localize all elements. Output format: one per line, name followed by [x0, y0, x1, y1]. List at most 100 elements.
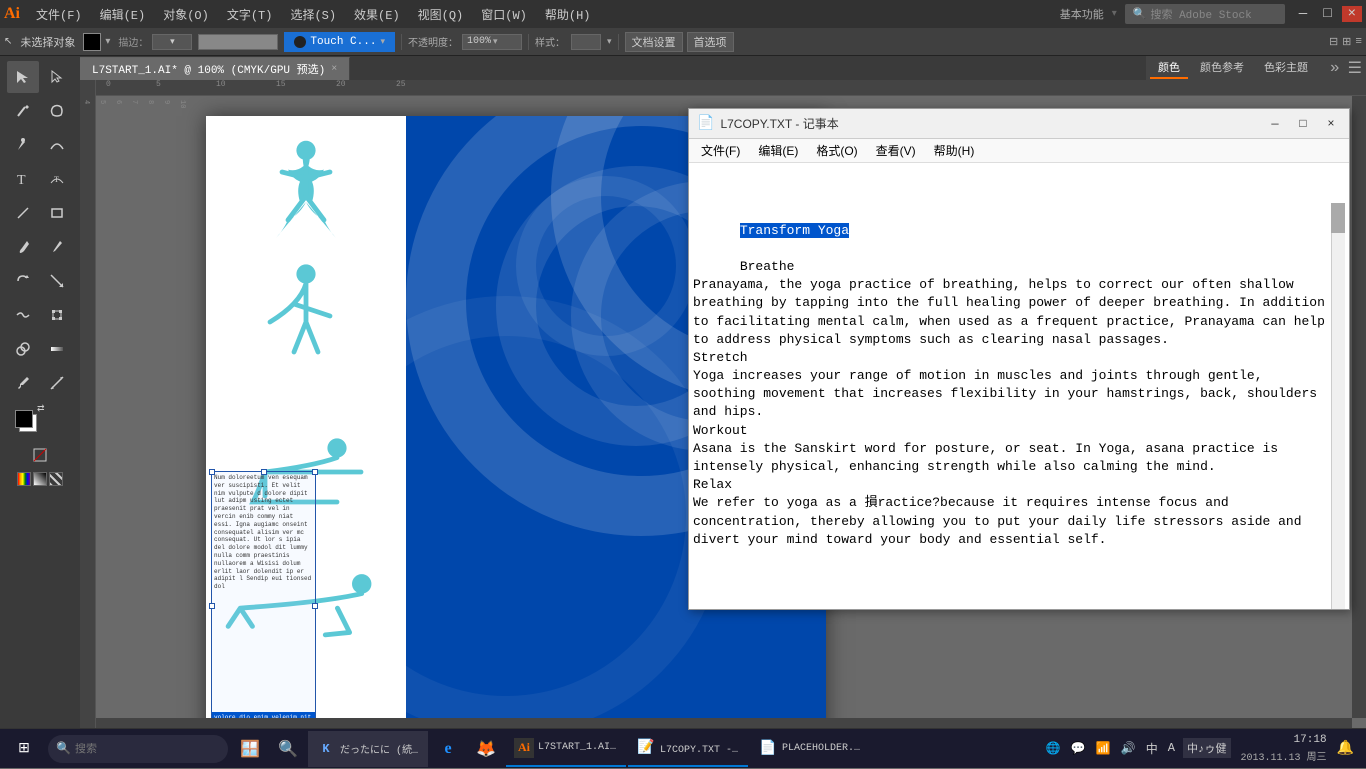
workspace-dropdown-icon[interactable]: ▾ — [1112, 8, 1117, 20]
maximize-app-button[interactable]: □ — [1317, 6, 1337, 22]
stroke-dropdown-icon: ▾ — [170, 37, 175, 47]
ime-tray-icon[interactable]: 中 — [1144, 738, 1160, 759]
type-tool-button[interactable]: T — [7, 163, 39, 195]
curvature-tool-button[interactable] — [41, 129, 73, 161]
ime-en-tray-icon[interactable]: A — [1166, 739, 1177, 757]
opacity-input[interactable]: 100% ▾ — [462, 34, 522, 50]
taskbar-item-explorer[interactable]: 🪟 — [232, 731, 268, 767]
notepad-minimize-button[interactable]: — — [1265, 114, 1285, 134]
volume-tray-icon[interactable]: 🔊 — [1119, 739, 1138, 758]
menu-edit[interactable]: 编辑(E) — [92, 4, 154, 25]
taskbar-search-input[interactable] — [75, 743, 175, 755]
menu-object[interactable]: 对象(O) — [155, 4, 217, 25]
notepad-window: 📄 L7COPY.TXT - 记事本 — □ × 文件(F) 编辑(E) 格式(… — [688, 108, 1350, 610]
language-indicator[interactable]: 中♪ゥ健 — [1183, 738, 1231, 758]
taskbar-search-area[interactable]: 🔍 — [48, 735, 228, 763]
explorer-icon: 🪟 — [240, 739, 260, 759]
measure-tool-button[interactable] — [41, 367, 73, 399]
none-fill-icon[interactable] — [49, 472, 63, 486]
fill-color-swatch[interactable] — [83, 33, 101, 51]
lasso-tool-button[interactable] — [41, 95, 73, 127]
notepad-title-label: L7COPY.TXT - 记事本 — [720, 115, 1259, 132]
line-tool-button[interactable] — [7, 197, 39, 229]
toolbox-row-6 — [6, 230, 74, 264]
gradient-tool-button[interactable] — [41, 333, 73, 365]
handle-mr — [312, 603, 318, 609]
notepad-menu-view[interactable]: 查看(V) — [868, 140, 924, 161]
align-icon[interactable]: ⊟ — [1329, 35, 1338, 49]
distribute-icon[interactable]: ⊞ — [1342, 35, 1351, 49]
signal-tray-icon[interactable]: 📶 — [1094, 739, 1113, 758]
menu-file[interactable]: 文件(F) — [28, 4, 90, 25]
notepad-menu-format[interactable]: 格式(O) — [808, 140, 865, 161]
menu-window[interactable]: 窗口(W) — [473, 4, 535, 25]
network-tray-icon[interactable]: 🌐 — [1044, 739, 1063, 758]
free-transform-tool-button[interactable] — [41, 299, 73, 331]
rect-tool-button[interactable] — [41, 197, 73, 229]
preferences-button[interactable]: 首选项 — [687, 32, 734, 52]
text-box-selected[interactable]: Num doloreetum ven esequam ver suscipist… — [211, 471, 316, 732]
taskbar-item-notepad[interactable]: 📝 L7COPY.TXT - 記... — [628, 731, 748, 767]
notepad-content-area[interactable]: Transform Yoga Breathe Pranayama, the yo… — [689, 163, 1349, 609]
document-tab-close-button[interactable]: × — [331, 64, 337, 75]
fill-color-box[interactable] — [15, 410, 33, 428]
pencil-tool-button[interactable] — [41, 231, 73, 263]
taskbar-item-edge[interactable]: e — [430, 731, 466, 767]
menu-effect[interactable]: 效果(E) — [346, 4, 408, 25]
options-icon[interactable]: ≡ — [1355, 36, 1362, 48]
style-selector[interactable] — [571, 34, 601, 50]
taskbar-item-search[interactable]: 🔍 — [270, 731, 306, 767]
vertical-scrollbar[interactable] — [1352, 96, 1366, 718]
warp-tool-button[interactable] — [7, 299, 39, 331]
notepad-menu-file[interactable]: 文件(F) — [693, 140, 748, 161]
direct-selection-tool-button[interactable] — [41, 61, 73, 93]
toolbox-row-10 — [6, 366, 74, 400]
notepad-scrollbar[interactable] — [1331, 203, 1345, 609]
document-tab[interactable]: L7START_1.AI* @ 100% (CMYK/GPU 预选) × — [80, 57, 350, 80]
notepad-scrollbar-thumb[interactable] — [1331, 203, 1345, 233]
notepad-menu-edit[interactable]: 编辑(E) — [750, 140, 806, 161]
menu-select[interactable]: 选择(S) — [282, 4, 344, 25]
brush-dropdown-arrow-icon: ▾ — [380, 37, 385, 47]
gradient-mode-icon[interactable] — [33, 472, 47, 486]
menu-text[interactable]: 文字(T) — [219, 4, 281, 25]
panel-tab-color-theme[interactable]: 色彩主题 — [1256, 57, 1316, 79]
document-settings-button[interactable]: 文档设置 — [625, 32, 683, 52]
type-on-path-tool-button[interactable]: T — [41, 163, 73, 195]
panel-tab-color[interactable]: 颜色 — [1150, 57, 1188, 79]
panels-menu-icon[interactable]: ☰ — [1348, 58, 1362, 78]
eyedropper-tool-button[interactable] — [7, 367, 39, 399]
taskbar-item-placeholder[interactable]: 📄 PLACEHOLDER.TX... — [750, 731, 870, 767]
swap-colors-icon[interactable]: ⇄ — [37, 404, 45, 414]
notepad-close-button[interactable]: × — [1321, 114, 1341, 134]
document-tab-label: L7START_1.AI* @ 100% (CMYK/GPU 预选) — [92, 61, 325, 77]
adobe-stock-search[interactable]: 🔍 搜索 Adobe Stock — [1125, 4, 1285, 24]
notification-icon[interactable]: 🔔 — [1333, 740, 1358, 757]
pen-tool-button[interactable] — [7, 129, 39, 161]
start-button[interactable]: ⊞ — [0, 729, 48, 769]
selection-tool-button[interactable] — [7, 61, 39, 93]
notepad-menu-help[interactable]: 帮助(H) — [926, 140, 983, 161]
shape-builder-tool-button[interactable] — [7, 333, 39, 365]
taskbar-item-input-method[interactable]: K だったにに (続音... — [308, 731, 428, 767]
paintbrush-tool-button[interactable] — [7, 231, 39, 263]
menu-help[interactable]: 帮助(H) — [537, 4, 599, 25]
panels-expand-icon[interactable]: » — [1330, 59, 1340, 77]
rotate-tool-button[interactable] — [7, 265, 39, 297]
menu-view[interactable]: 视图(Q) — [410, 4, 472, 25]
minimize-app-button[interactable]: — — [1293, 6, 1313, 22]
taskbar-item-illustrator[interactable]: Ai L7START_1.AI* @ ... — [506, 731, 626, 767]
chat-tray-icon[interactable]: 💬 — [1069, 739, 1088, 758]
color-mode-icon[interactable] — [17, 472, 31, 486]
panel-tab-color-guide[interactable]: 颜色参考 — [1192, 57, 1252, 79]
none-color-icon[interactable] — [24, 439, 56, 471]
stroke-selector[interactable]: ▾ — [152, 34, 192, 50]
toolbar: ↖ 未选择对象 ▾ 描边： ▾ Touch C... ▾ 不透明度： 100% … — [0, 28, 1366, 56]
scale-tool-button[interactable] — [41, 265, 73, 297]
magic-wand-tool-button[interactable] — [7, 95, 39, 127]
touch-brush-button[interactable]: Touch C... ▾ — [284, 32, 395, 52]
notepad-maximize-button[interactable]: □ — [1293, 114, 1313, 134]
taskbar-item-firefox[interactable]: 🦊 — [468, 731, 504, 767]
clock-area[interactable]: 17:18 2013.11.13 周三 — [1241, 733, 1327, 763]
close-app-button[interactable]: × — [1342, 6, 1362, 22]
